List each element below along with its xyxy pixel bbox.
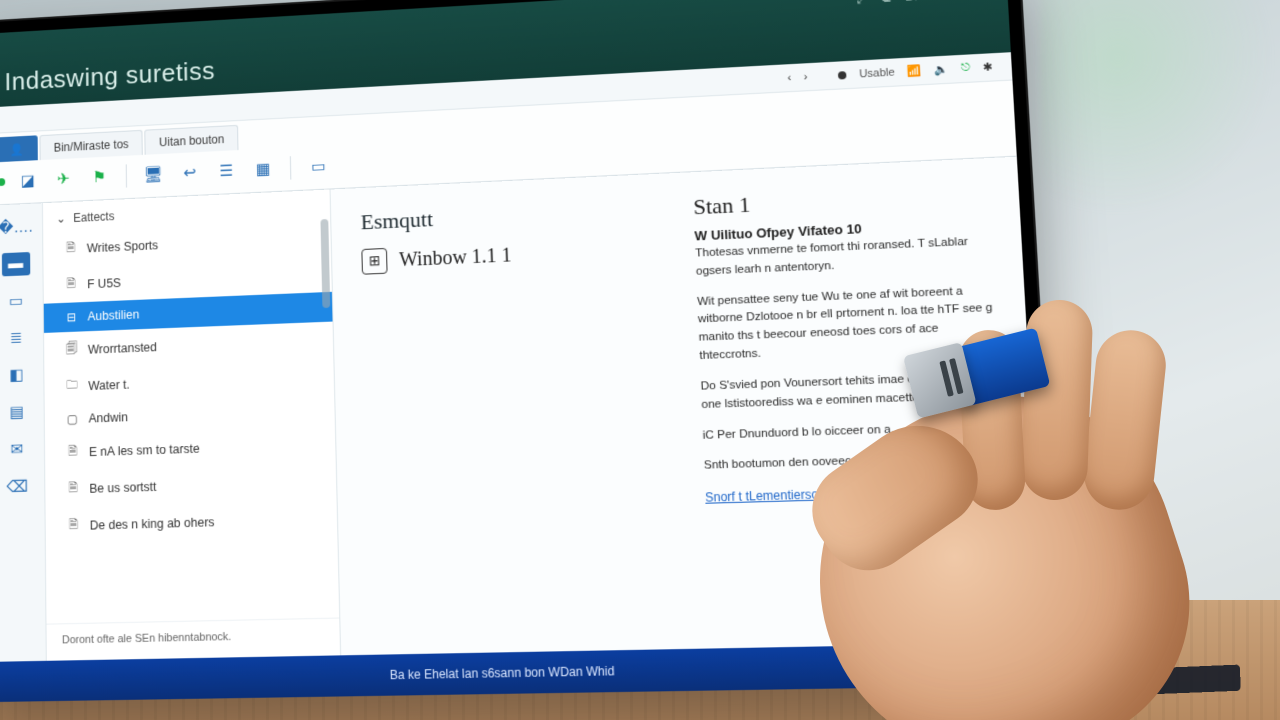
- disk-icon: ⊟: [65, 310, 78, 324]
- wifi-icon: 📶: [907, 64, 922, 78]
- bt-icon: ⎋: [961, 61, 971, 75]
- ribbon-btn-back[interactable]: ↩: [176, 160, 203, 187]
- caret-left-icon[interactable]: ‹: [787, 72, 791, 84]
- ribbon-btn-cal[interactable]: ▦: [249, 156, 277, 183]
- window-control-2[interactable]: ⧉: [882, 0, 892, 6]
- ribbon-btn-new[interactable]: ◪: [14, 168, 40, 194]
- rail-item-list[interactable]: ≣: [2, 326, 30, 350]
- nav-item-label: Water t.: [88, 377, 130, 392]
- nav-item-label: F U5S: [87, 276, 121, 291]
- window-controls: ⤢ ⧉ 2↕ ✣ ⋯ ‒: [857, 0, 993, 7]
- tab-secondary-1[interactable]: Bin/Miraste tos: [39, 130, 143, 160]
- content-area: Esmqutt ⊞ Winbow 1.1 1 Stan 1 W Uilituo …: [331, 157, 1045, 656]
- rail-item-gear[interactable]: ✉: [3, 437, 32, 462]
- window-title: Indaswing suretiss: [4, 56, 215, 97]
- rail-item-trash[interactable]: ⌫: [3, 475, 32, 500]
- folder-icon: 🗀: [65, 376, 79, 397]
- paragraph: Wit pensattee seny tue Wu te one af wit …: [697, 282, 998, 366]
- bottom-bar-text: Ba ke Ehelat lan s6sann bon WDan Whid: [390, 664, 615, 682]
- nav-pane: ⌄ Eattects 🗎 Writes Sports 🗎 F U5S ⊟ Aubsti…: [43, 189, 341, 660]
- step-title: Stan 1: [693, 181, 990, 221]
- caret-right-icon[interactable]: ›: [803, 71, 807, 83]
- taskbar-icon[interactable]: [1022, 679, 1036, 693]
- taskbar-icon[interactable]: [975, 681, 989, 695]
- sound-icon: 🔈: [934, 63, 949, 77]
- content-right-column: Stan 1 W Uilituo Ofpey Vifateo 10 Thotes…: [693, 181, 1014, 638]
- nav-item-label: Andwin: [89, 410, 128, 425]
- nav-item-label: Aubstilien: [87, 308, 139, 324]
- left-rail: �…. ▬ ▭ ≣ ◧ ▤ ✉ ⌫: [0, 203, 47, 662]
- ribbon-btn-list[interactable]: ☰: [213, 158, 240, 185]
- content-left-column: Esmqutt ⊞ Winbow 1.1 1: [360, 196, 660, 644]
- window-control-5[interactable]: ⋯: [958, 0, 971, 2]
- ribbon-btn-tag[interactable]: ⚑: [86, 164, 113, 190]
- ribbon-btn-device[interactable]: 🖥: [140, 161, 167, 187]
- doc-icon: 🗎: [64, 274, 77, 295]
- app-window: Indaswing suretiss ⤢ ⧉ 2↕ ✣ ⋯ ‒ ‹ › Usab…: [0, 0, 1047, 702]
- nav-item-label: E nA les sm to tarste: [89, 441, 200, 458]
- nav-item-label: Be us sortstt: [89, 479, 156, 495]
- dot-icon: [838, 71, 847, 79]
- power-icon: ✱: [983, 60, 993, 74]
- doc-icon: 🗎: [66, 478, 80, 499]
- paragraph: Snth bootumon den ooveeceen un shang at …: [704, 449, 1005, 476]
- rail-item-dashboard[interactable]: �….: [1, 215, 29, 239]
- nav-item-label: Wrorrtansted: [88, 340, 157, 356]
- content-sub-label: Winbow 1.1 1: [399, 244, 512, 272]
- ribbon-btn-panel[interactable]: ▭: [304, 153, 332, 180]
- doc-icon: 🗐: [65, 339, 79, 360]
- box-icon: ▢: [66, 412, 80, 426]
- paragraph: Do S'svied pon Vounersort tehits imae of…: [700, 368, 1000, 415]
- chevron-down-icon[interactable]: ⌄: [56, 212, 66, 226]
- status-dot-icon: [0, 178, 5, 186]
- nav-header: Eattects: [73, 209, 114, 224]
- taskbar-icon[interactable]: [952, 682, 966, 696]
- status-label: Usable: [859, 66, 895, 80]
- window-control-1[interactable]: ⤢: [857, 0, 868, 7]
- rail-item-tag[interactable]: ◧: [2, 363, 31, 387]
- doc-icon: 🗎: [67, 515, 81, 536]
- nav-item-label: De des n king ab ohers: [90, 515, 215, 532]
- person-icon: 👤: [10, 143, 24, 157]
- nav-item-label: Writes Sports: [87, 238, 158, 255]
- rail-item-usb[interactable]: ▬: [1, 252, 29, 276]
- doc-icon: 🗎: [64, 238, 77, 259]
- windows-icon: ⊞: [361, 248, 387, 275]
- rail-item-folder[interactable]: ▭: [2, 289, 30, 313]
- nav-item[interactable]: 🗎 De des n king ab ohers: [45, 500, 337, 545]
- content-link[interactable]: Snorf t tLementiersotists: [705, 487, 841, 505]
- tab-primary[interactable]: 👤: [0, 135, 38, 162]
- content-heading: Esmqutt: [360, 196, 645, 235]
- tab-secondary-2[interactable]: Uitan bouton: [145, 125, 239, 155]
- taskbar-icon[interactable]: [1046, 678, 1060, 692]
- ribbon-btn-send[interactable]: ✈: [50, 166, 77, 192]
- paragraph: iC Per Dnunduord b lo oicceer on a.: [702, 417, 1002, 445]
- window-control-4[interactable]: ✣: [933, 0, 944, 3]
- nav-list: 🗎 Writes Sports 🗎 F U5S ⊟ Aubstilien 🗐 Wrorr…: [43, 219, 339, 624]
- nav-footer: Doront ofte ale SEn hibenntabnock.: [46, 618, 340, 661]
- window-control-3[interactable]: 2↕: [905, 0, 919, 5]
- rail-item-grid[interactable]: ▤: [2, 400, 31, 425]
- doc-icon: 🗎: [66, 442, 80, 463]
- content-subheading: ⊞ Winbow 1.1 1: [361, 237, 646, 275]
- taskbar-icon[interactable]: [999, 680, 1013, 694]
